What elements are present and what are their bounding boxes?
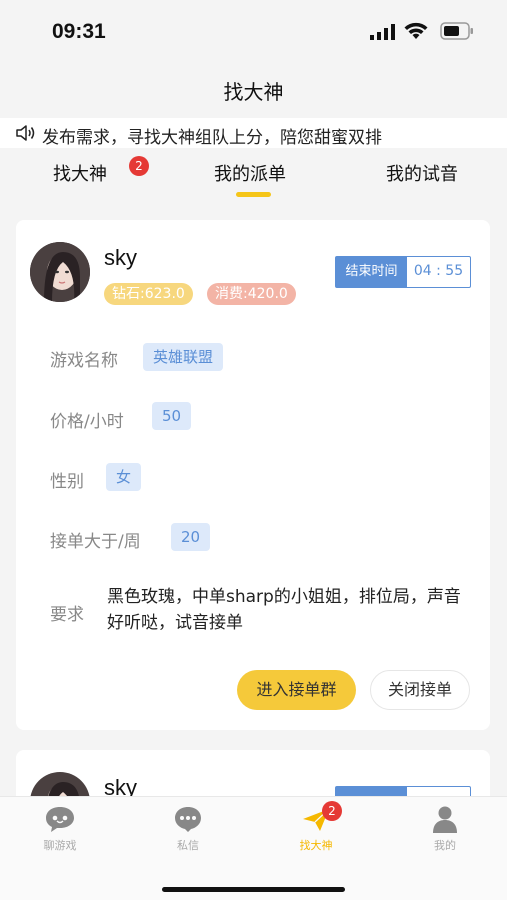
close-order-button[interactable]: 关闭接单 (370, 670, 470, 710)
spend-badge: 消费:420.0 (207, 283, 296, 305)
tabbar-item-chat-game[interactable]: 聊游戏 (20, 805, 100, 853)
message-icon (175, 807, 201, 832)
tabbar-label: 找大神 (299, 839, 333, 852)
join-group-button[interactable]: 进入接单群 (237, 670, 356, 710)
tab-my-audition[interactable]: 我的试音 (386, 160, 458, 186)
battery-icon (440, 22, 473, 40)
notice-bar: 发布需求，寻找大神组队上分，陪您甜蜜双排 (0, 118, 507, 148)
tabbar-label: 私信 (177, 839, 199, 852)
tab-bar: 找大神 2 我的派单 我的试音 (0, 148, 507, 206)
orders-label: 接单大于/周 (50, 532, 141, 552)
speaker-icon (16, 125, 35, 141)
tabbar-label: 聊游戏 (43, 839, 77, 852)
chat-game-icon (46, 807, 74, 832)
tabbar-label: 我的 (434, 839, 456, 852)
active-tab-indicator (236, 192, 271, 197)
notice-text: 发布需求，寻找大神组队上分，陪您甜蜜双排 (42, 128, 382, 148)
person-icon (433, 806, 457, 833)
requirement-label: 要求 (50, 605, 84, 625)
tabbar-badge: 2 (322, 801, 342, 821)
nav-bar: 找大神 (0, 62, 507, 118)
wifi-icon (404, 22, 428, 39)
username: sky (104, 245, 137, 270)
page-title: 找大神 (223, 80, 284, 104)
signal-icon (370, 24, 395, 40)
tabbar-item-messages[interactable]: 私信 (148, 805, 228, 853)
home-indicator (162, 887, 345, 892)
status-time: 09:31 (52, 20, 106, 43)
price-label: 价格/小时 (50, 412, 124, 432)
game-label: 游戏名称 (50, 351, 118, 371)
end-time-box: 结束时间 04 : 55 (335, 256, 471, 288)
gender-label: 性别 (50, 472, 84, 492)
end-time-value: 04 : 55 (413, 263, 464, 279)
orders-tag: 20 (171, 523, 211, 551)
end-time-label: 结束时间 (336, 257, 407, 287)
diamond-badge: 钻石:623.0 (104, 283, 193, 305)
tab-my-orders[interactable]: 我的派单 (214, 160, 286, 186)
tab-badge: 2 (129, 156, 149, 176)
requirement-text: 黑色玫瑰，中单sharp的小姐姐，排位局，声音好听哒，试音接单 (107, 587, 461, 633)
price-tag: 50 (152, 402, 192, 430)
bottom-tab-bar: 聊游戏 私信 2 找大神 我的 (0, 796, 507, 900)
gender-tag: 女 (106, 463, 142, 491)
tabbar-item-find-master[interactable]: 2 找大神 (276, 801, 356, 853)
game-tag: 英雄联盟 (143, 343, 224, 371)
status-bar: 09:31 (0, 0, 507, 62)
tabbar-item-me[interactable]: 我的 (405, 805, 485, 853)
tab-find-master[interactable]: 找大神 (53, 160, 107, 186)
order-card: sky 钻石:623.0 消费:420.0 结束时间 04 : 55 游戏名称 … (16, 220, 490, 730)
avatar[interactable] (30, 242, 90, 302)
